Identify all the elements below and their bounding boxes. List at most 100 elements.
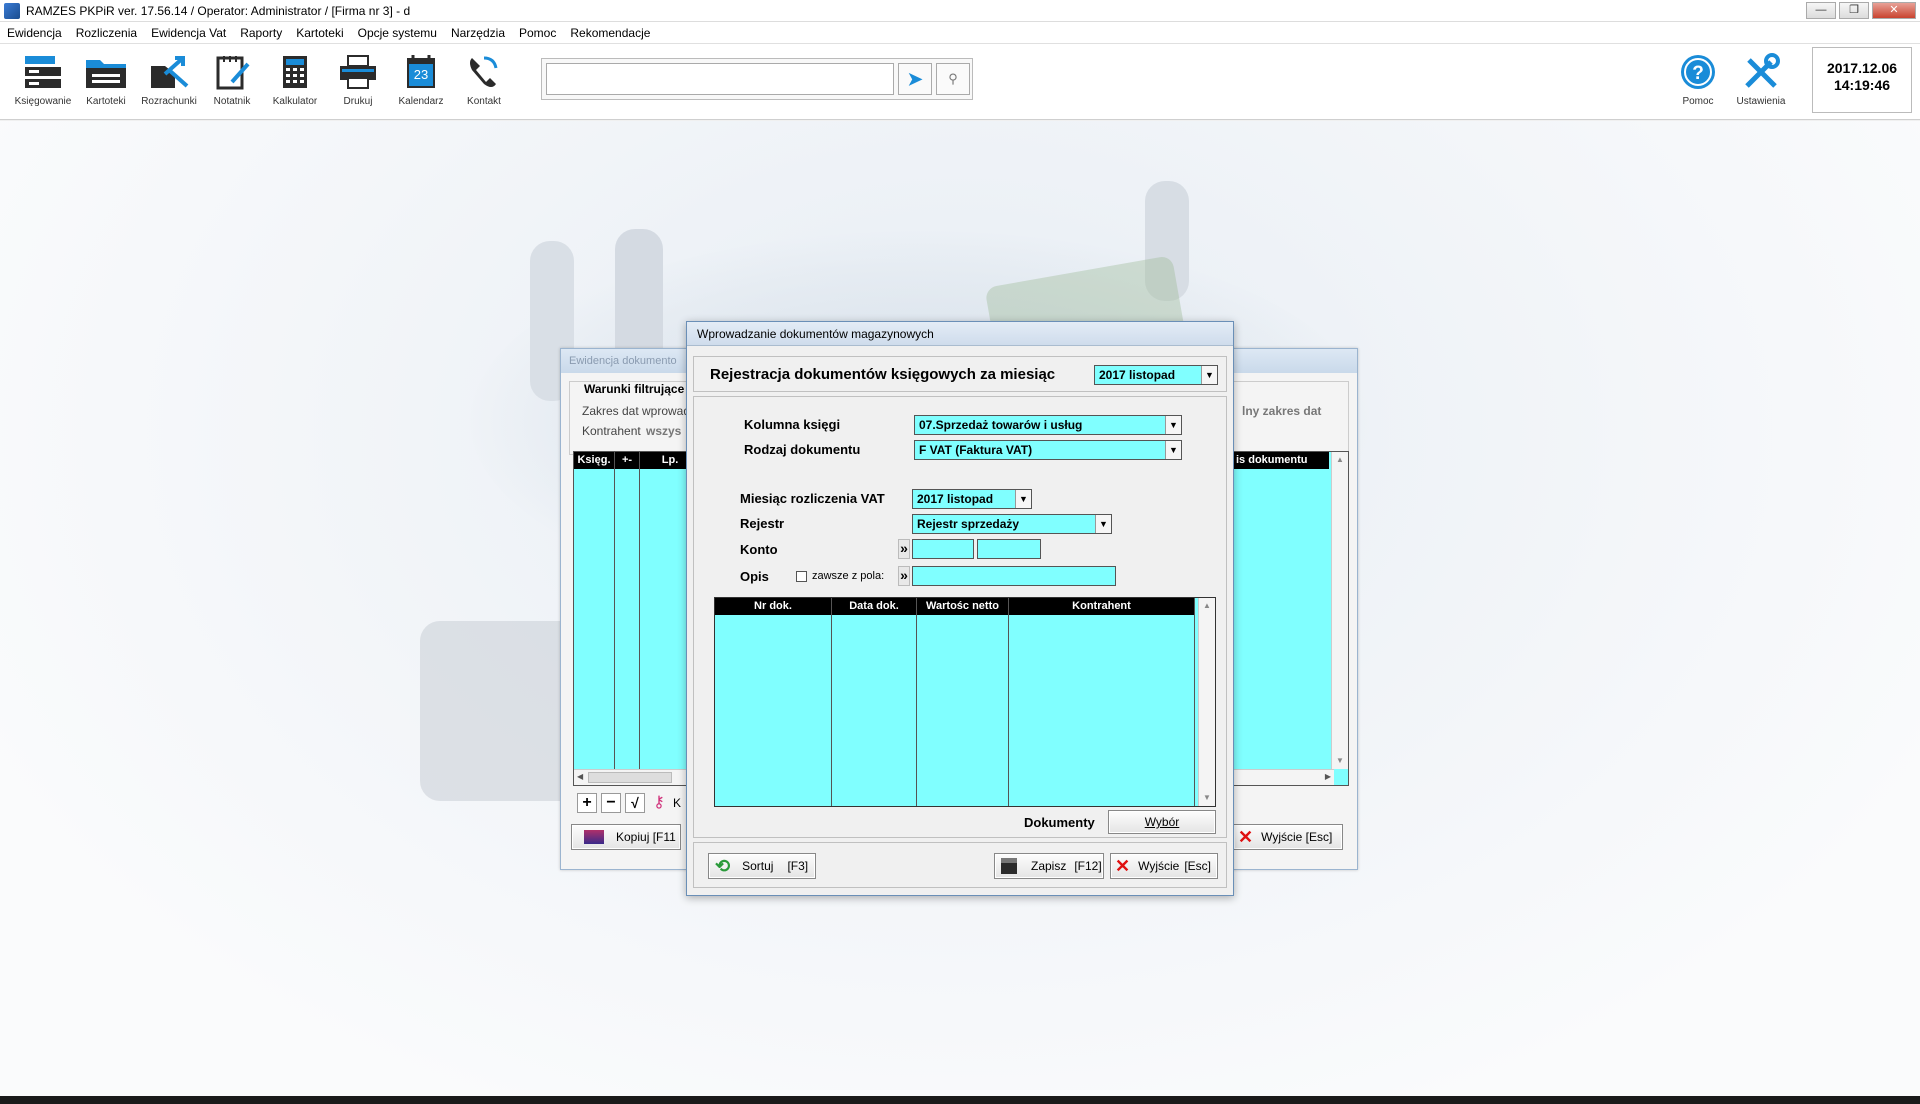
tool-label: Kalendarz — [398, 96, 444, 107]
scroll-down-icon: ▼ — [1336, 756, 1344, 765]
zapisz-button[interactable]: Zapisz [F12] — [994, 853, 1104, 879]
close-button[interactable]: ✕ — [1872, 2, 1916, 19]
col-opis-dokumentu[interactable]: is dokumentu — [1234, 452, 1329, 469]
zakres-dat-value[interactable]: wprowad — [642, 404, 690, 418]
menu-ewidencja[interactable]: Ewidencja — [7, 26, 62, 40]
dialog-title: Wprowadzanie dokumentów magazynowych — [687, 322, 1233, 346]
opis-picker-button[interactable]: » — [898, 566, 910, 586]
tool-label: Kalkulator — [272, 96, 318, 107]
menu-rekomendacje[interactable]: Rekomendacje — [570, 26, 650, 40]
search-input[interactable] — [546, 63, 894, 95]
opis-label: Opis — [740, 569, 769, 584]
tool-kartoteki[interactable]: Kartoteki — [74, 52, 138, 107]
zawsze-label: zawsze z pola: — [812, 570, 885, 582]
chevron-down-icon: ▼ — [1165, 441, 1181, 459]
miesiac-vat-label: Miesiąc rozliczenia VAT — [740, 491, 885, 506]
wprowadzanie-dialog: Wprowadzanie dokumentów magazynowych Rej… — [686, 321, 1234, 896]
sortuj-button[interactable]: ⟲ Sortuj [F3] — [708, 853, 816, 879]
tool-notatnik[interactable]: Notatnik — [200, 52, 264, 107]
rejestr-select[interactable]: Rejestr sprzedaży ▼ — [912, 514, 1112, 534]
chevron-down-icon: ▼ — [1095, 515, 1111, 533]
search-options-button[interactable]: ⚲ — [936, 63, 970, 95]
miesiac-vat-select[interactable]: 2017 listopad ▼ — [912, 489, 1032, 509]
kolumna-select[interactable]: 07.Sprzedaż towarów i usług ▼ — [914, 415, 1182, 435]
bg-exit-button[interactable]: ✕ Wyjście [Esc] — [1233, 824, 1343, 850]
tool-label: Kontakt — [467, 96, 501, 107]
month-select[interactable]: 2017 listopad ▼ — [1094, 365, 1218, 385]
key-label: K — [673, 796, 682, 810]
scroll-up-icon: ▲ — [1203, 601, 1211, 610]
tool-rozrachunki[interactable]: Rozrachunki — [137, 52, 201, 107]
key-icon[interactable]: ⚷ — [649, 793, 669, 813]
konto-field-1[interactable] — [912, 539, 974, 559]
minimize-button[interactable]: — — [1806, 2, 1836, 19]
konto-picker-button[interactable]: » — [898, 539, 910, 559]
menu-bar: Ewidencja Rozliczenia Ewidencja Vat Rapo… — [0, 22, 1920, 44]
tool-pomoc[interactable]: ? Pomoc — [1666, 52, 1730, 107]
menu-opcje-systemu[interactable]: Opcje systemu — [358, 26, 437, 40]
wybor-button[interactable]: Wybór — [1108, 810, 1216, 834]
search-panel: ➤ ⚲ — [541, 58, 973, 100]
tool-kalkulator[interactable]: Kalkulator — [263, 52, 327, 107]
tool-label: Księgowanie — [14, 96, 72, 107]
wyjscie-button[interactable]: ✕ Wyjście [Esc] — [1110, 853, 1218, 879]
settings-tools-icon — [1739, 52, 1783, 92]
settlements-icon — [147, 52, 191, 92]
restore-button[interactable]: ❐ — [1839, 2, 1869, 19]
opis-field[interactable] — [912, 566, 1116, 586]
chevron-down-icon: ▼ — [1201, 366, 1217, 384]
kontrahent-value[interactable]: wszys — [646, 424, 681, 438]
col-wartosc-netto[interactable]: Wartośc netto — [917, 598, 1008, 615]
menu-pomoc[interactable]: Pomoc — [519, 26, 556, 40]
add-icon[interactable]: + — [577, 793, 597, 813]
tool-label: Drukuj — [343, 96, 373, 107]
tool-kalendarz[interactable]: 23 Kalendarz — [389, 52, 453, 107]
refresh-arrows-icon: ⟲ — [715, 855, 731, 876]
rodzaj-label: Rodzaj dokumentu — [744, 442, 861, 457]
scroll-left-icon: ◀ — [577, 772, 584, 781]
clock-time: 14:19:46 — [1833, 77, 1891, 93]
title-bar: RAMZES PKPiR ver. 17.56.14 / Operator: A… — [0, 0, 1920, 22]
search-go-button[interactable]: ➤ — [898, 63, 932, 95]
tool-ksiegowanie[interactable]: Księgowanie — [11, 52, 75, 107]
bookkeeping-icon — [21, 52, 65, 92]
notepad-icon — [210, 52, 254, 92]
tool-label: Ustawienia — [1736, 96, 1786, 107]
form-panel: Kolumna księgi 07.Sprzedaż towarów i usł… — [693, 396, 1227, 838]
konto-field-2[interactable] — [977, 539, 1041, 559]
menu-ewidencja-vat[interactable]: Ewidencja Vat — [151, 26, 226, 40]
scroll-up-icon: ▲ — [1336, 455, 1344, 464]
clock: 2017.12.06 14:19:46 — [1812, 47, 1912, 113]
col-data-dok[interactable]: Data dok. — [832, 598, 916, 615]
toolbar: Księgowanie Kartoteki Rozrachunki Notatn… — [0, 44, 1920, 120]
tool-label: Notatnik — [213, 96, 251, 107]
menu-narzedzia[interactable]: Narzędzia — [451, 26, 505, 40]
documents-grid[interactable]: Nr dok. Data dok. Wartośc netto Kontrahe… — [714, 597, 1216, 807]
grid-vscroll[interactable]: ▲ ▼ — [1331, 452, 1348, 769]
date-range-option[interactable]: lny zakres dat — [1242, 404, 1321, 418]
chevron-down-icon: ▼ — [1165, 416, 1181, 434]
rodzaj-select[interactable]: F VAT (Faktura VAT) ▼ — [914, 440, 1182, 460]
documents-vscroll[interactable]: ▲ ▼ — [1198, 598, 1215, 806]
calendar-icon: 23 — [399, 52, 443, 92]
red-x-icon: ✕ — [1115, 855, 1131, 876]
chevron-down-icon: ▼ — [1015, 490, 1031, 508]
hscroll-thumb[interactable] — [588, 772, 672, 783]
check-icon[interactable]: √ — [625, 793, 645, 813]
remove-icon[interactable]: − — [601, 793, 621, 813]
printer-icon — [336, 52, 380, 92]
menu-raporty[interactable]: Raporty — [240, 26, 282, 40]
col-kontrahent[interactable]: Kontrahent — [1009, 598, 1194, 615]
col-ksieg[interactable]: Księg. — [574, 452, 614, 469]
tool-drukuj[interactable]: Drukuj — [326, 52, 390, 107]
magnifier-icon: ⚲ — [948, 71, 958, 86]
tool-kontakt[interactable]: Kontakt — [452, 52, 516, 107]
help-icon: ? — [1676, 52, 1720, 92]
menu-rozliczenia[interactable]: Rozliczenia — [76, 26, 137, 40]
col-nr-dok[interactable]: Nr dok. — [715, 598, 831, 615]
zawsze-checkbox[interactable] — [796, 571, 807, 582]
menu-kartoteki[interactable]: Kartoteki — [296, 26, 343, 40]
kopiuj-button[interactable]: Kopiuj [F11 — [571, 824, 681, 850]
col-plus-minus[interactable]: +- — [615, 452, 639, 469]
tool-ustawienia[interactable]: Ustawienia — [1729, 52, 1793, 107]
